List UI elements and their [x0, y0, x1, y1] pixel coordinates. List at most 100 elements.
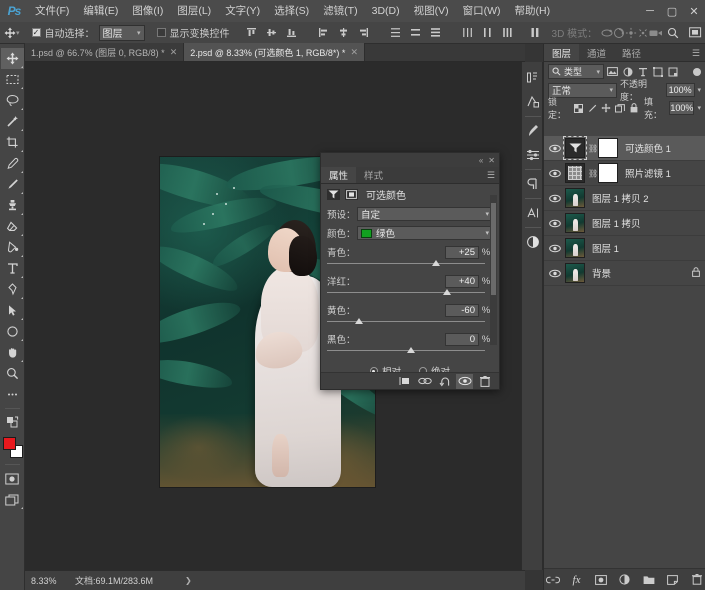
layer-style-fx-icon[interactable]: fx [569, 572, 584, 588]
align-vertical-centers-icon[interactable] [262, 24, 282, 42]
arrange-documents-icon[interactable] [685, 24, 705, 42]
magenta-value[interactable]: +40 [445, 274, 479, 288]
delete-layer-icon[interactable] [689, 572, 704, 588]
align-horizontal-centers-icon[interactable] [334, 24, 354, 42]
eyedropper-tool[interactable] [1, 153, 24, 174]
clip-to-layer-icon[interactable] [345, 188, 358, 200]
layer-name[interactable]: 背景 [592, 266, 611, 280]
menu-edit[interactable]: 编辑(E) [76, 0, 125, 22]
layer-name[interactable]: 图层 1 拷贝 [592, 216, 641, 230]
lock-all-icon[interactable] [628, 101, 639, 115]
align-left-edges-icon[interactable] [314, 24, 334, 42]
layer-thumbnail[interactable] [565, 163, 585, 183]
yellow-value[interactable]: -60 [445, 303, 479, 317]
menu-window[interactable]: 窗口(W) [456, 0, 508, 22]
layer-name[interactable]: 图层 1 [592, 241, 619, 255]
rectangular-marquee-tool[interactable] [1, 69, 24, 90]
tab-styles[interactable]: 样式 [356, 167, 391, 183]
black-slider-knob[interactable] [406, 347, 415, 353]
yellow-slider[interactable] [327, 318, 493, 329]
default-colors-icon[interactable] [1, 412, 24, 433]
lasso-tool[interactable] [1, 90, 24, 111]
align-bottom-edges-icon[interactable] [282, 24, 302, 42]
cyan-value[interactable]: +25 [445, 245, 479, 259]
path-selection-tool[interactable] [1, 300, 24, 321]
clone-stamp-tool[interactable] [1, 195, 24, 216]
crop-tool[interactable] [1, 132, 24, 153]
ellipse-shape-tool[interactable] [1, 321, 24, 342]
layer-name[interactable]: 可选颜色 1 [625, 141, 671, 155]
delete-adjustment-icon[interactable] [476, 374, 493, 389]
properties-scrollbar-thumb[interactable] [491, 203, 496, 295]
clip-to-layer-icon[interactable] [396, 374, 413, 389]
eraser-tool[interactable] [1, 216, 24, 237]
close-icon[interactable]: ✕ [488, 156, 495, 165]
distribute-top-edges-icon[interactable] [386, 24, 406, 42]
layer-thumbnail[interactable] [565, 263, 585, 283]
lock-image-icon[interactable] [587, 101, 598, 115]
distribute-horizontal-centers-icon[interactable] [478, 24, 498, 42]
brush-tool[interactable] [1, 174, 24, 195]
menu-help[interactable]: 帮助(H) [508, 0, 558, 22]
layer-filter-dropdown[interactable]: 类型 ▾ [548, 64, 604, 79]
layer-thumbnail[interactable] [563, 136, 587, 160]
adjustments-icon[interactable] [522, 143, 544, 167]
menu-file[interactable]: 文件(F) [28, 0, 76, 22]
color-dropdown[interactable]: 绿色 ▾ [357, 226, 493, 240]
layer-row-background[interactable]: 背景 [544, 261, 705, 286]
actions-icon[interactable] [522, 90, 544, 114]
3d-pan-icon[interactable] [625, 24, 637, 42]
cyan-slider-knob[interactable] [431, 260, 440, 266]
auto-select-scope-dropdown[interactable]: 图层 ▾ [98, 24, 145, 41]
auto-select-checkbox[interactable]: ✓ [31, 28, 41, 37]
black-slider[interactable] [327, 347, 493, 358]
eye-icon[interactable] [547, 244, 562, 253]
eye-icon[interactable] [547, 169, 562, 178]
pen-tool[interactable] [1, 279, 24, 300]
move-tool-icon[interactable] [4, 23, 16, 43]
auto-select-group[interactable]: ✓ 自动选择： [31, 25, 95, 40]
layer-mask-thumbnail[interactable] [598, 138, 618, 158]
menu-select[interactable]: 选择(S) [267, 0, 316, 22]
close-icon[interactable]: ✕ [350, 47, 358, 58]
tab-channels[interactable]: 通道 [579, 44, 614, 61]
new-layer-icon[interactable] [665, 572, 680, 588]
lock-nesting-icon[interactable] [614, 101, 626, 115]
layer-thumbnail[interactable] [565, 238, 585, 258]
fill-chevron-icon[interactable]: ▾ [697, 104, 701, 112]
layer-name[interactable]: 图层 1 拷贝 2 [592, 191, 649, 205]
magenta-slider-knob[interactable] [443, 289, 452, 295]
distribute-vertical-centers-icon[interactable] [406, 24, 426, 42]
align-top-edges-icon[interactable] [242, 24, 262, 42]
black-value[interactable]: 0 [445, 332, 479, 346]
status-expand-icon[interactable]: ❯ [185, 576, 192, 585]
layer-thumbnail[interactable] [565, 188, 585, 208]
3d-slide-icon[interactable] [637, 24, 649, 42]
close-icon[interactable]: ✕ [170, 47, 178, 58]
menu-image[interactable]: 图像(I) [125, 0, 170, 22]
foreground-color-swatch[interactable] [2, 437, 16, 450]
panel-menu-icon[interactable]: ☰ [487, 171, 495, 180]
align-distribute-options-icon[interactable] [530, 24, 540, 42]
zoom-level[interactable]: 8.33% [31, 576, 65, 586]
opacity-chevron-icon[interactable]: ▾ [698, 86, 702, 94]
show-transform-checkbox[interactable] [156, 28, 166, 37]
close-icon[interactable]: ✕ [683, 0, 705, 22]
hand-tool[interactable] [1, 342, 24, 363]
tab-layers[interactable]: 图层 [544, 44, 580, 61]
quick-mask-icon[interactable] [1, 468, 24, 489]
eye-icon[interactable] [547, 194, 562, 203]
lock-position-icon[interactable] [601, 101, 612, 115]
move-tool-caret-icon[interactable]: ▾ [16, 29, 20, 37]
show-transform-group[interactable]: 显示变换控件 [156, 25, 230, 40]
mask-link-icon[interactable]: ⛓ [588, 169, 598, 178]
adjustment-layer-icon[interactable] [522, 230, 544, 254]
collapse-icon[interactable]: « [479, 156, 483, 165]
menu-3d[interactable]: 3D(D) [365, 0, 407, 22]
properties-panel-titlebar[interactable]: « ✕ [321, 153, 499, 167]
layer-row-copy-2[interactable]: 图层 1 拷贝 2 [544, 186, 705, 211]
3d-orbit-icon[interactable] [601, 24, 613, 42]
add-layer-mask-icon[interactable] [593, 572, 608, 588]
layer-row-photo-filter[interactable]: ⛓ 照片滤镜 1 [544, 161, 705, 186]
eye-icon[interactable] [547, 219, 562, 228]
